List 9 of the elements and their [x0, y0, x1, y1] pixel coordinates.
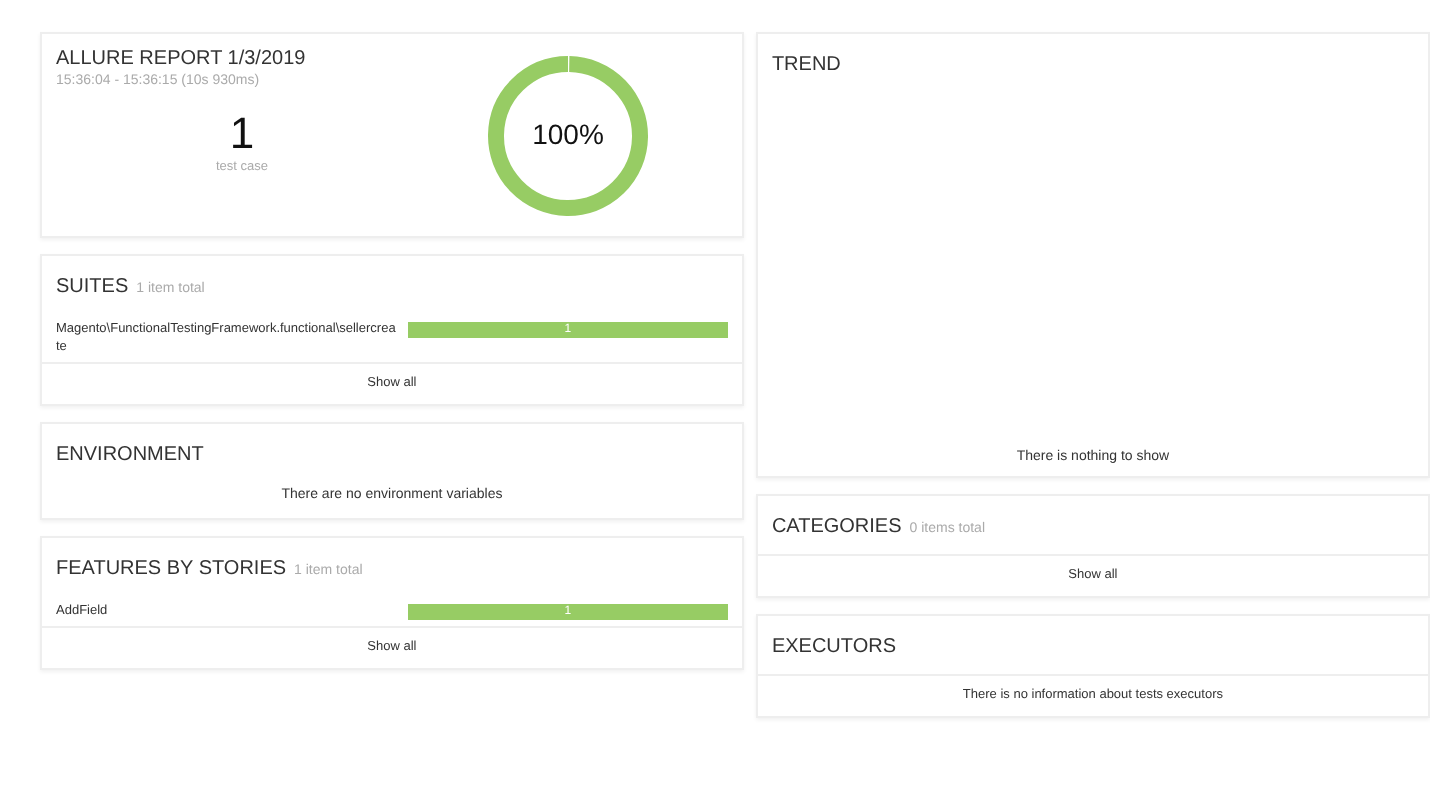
widget-title: FEATURES BY STORIES — [56, 556, 287, 585]
widget-title: ENVIRONMENT — [56, 441, 204, 470]
test-count: 1 — [229, 110, 255, 158]
report-title: ALLURE REPORT 1/3/2019 — [56, 48, 308, 72]
widget-title: SUITES — [56, 274, 129, 302]
widget-title: CATEGORIES — [771, 514, 902, 542]
widget-title: TREND — [771, 52, 841, 80]
widget-title: EXECUTORS — [771, 633, 896, 662]
success-rate: 100% — [532, 116, 604, 154]
